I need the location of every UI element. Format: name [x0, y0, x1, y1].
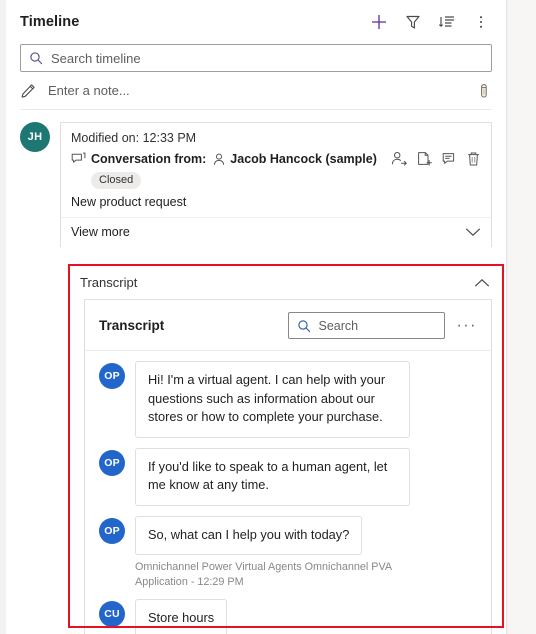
sort-icon[interactable] [432, 7, 462, 37]
list-item: OP Hi! I'm a virtual agent. I can help w… [99, 361, 477, 438]
search-icon-glyph [297, 319, 310, 332]
message-column: So, what can I help you with today? Omni… [135, 515, 477, 590]
list-item: OP So, what can I help you with today? O… [99, 515, 477, 590]
search-input-placeholder: Search timeline [51, 50, 141, 66]
add-note-icon-glyph [442, 153, 455, 164]
transcript-section-label: Transcript [80, 275, 138, 290]
transcript-card-title: Transcript [99, 318, 165, 333]
chevron-up-icon-glyph [475, 278, 489, 286]
message-bubble: Hi! I'm a virtual agent. I can help with… [135, 361, 410, 438]
status-badge: Closed [91, 172, 142, 189]
chevron-down-icon [465, 227, 481, 237]
delete-icon[interactable] [466, 151, 481, 167]
pencil-icon-glyph [21, 83, 35, 98]
avatar: OP [99, 449, 125, 476]
assign-user-icon-glyph [391, 151, 408, 166]
timeline-item-card: Modified on: 12:33 PM Conversation from: [60, 122, 492, 247]
transcript-section: Transcript Transcript Search ··· OP Hi! … [70, 266, 502, 634]
timeline-item-body: Modified on: 12:33 PM Conversation from: [61, 123, 491, 217]
filter-icon[interactable] [398, 7, 428, 37]
transcript-overflow-menu-icon[interactable]: ··· [457, 317, 477, 334]
more-vertical-icon[interactable] [466, 7, 496, 37]
panel-divider [506, 0, 507, 634]
sort-icon-glyph [438, 16, 454, 27]
search-icon [297, 319, 311, 333]
view-more-label: View more [71, 225, 130, 239]
timeline-item[interactable]: JH Modified on: 12:33 PM Conversation fr… [6, 110, 506, 247]
message-column: Hi! I'm a virtual agent. I can help with… [135, 361, 477, 438]
add-document-icon-glyph [418, 152, 432, 166]
transcript-message-list: OP Hi! I'm a virtual agent. I can help w… [85, 351, 491, 634]
delete-icon-glyph [467, 152, 480, 166]
transcript-card: Transcript Search ··· OP Hi! I'm a virtu… [84, 299, 492, 634]
message-column: If you'd like to speak to a human agent,… [135, 447, 477, 506]
message-timestamp: Omnichannel Power Virtual Agents Omnicha… [135, 561, 392, 588]
search-icon-glyph [30, 52, 43, 65]
list-item: OP If you'd like to speak to a human age… [99, 447, 477, 506]
timeline-header: Timeline [6, 0, 506, 44]
transcript-card-toolbar: Transcript Search ··· [85, 300, 491, 351]
conversation-icon-glyph [71, 152, 86, 163]
avatar: OP [99, 517, 125, 544]
transcript-section-header[interactable]: Transcript [70, 266, 502, 299]
page-title: Timeline [20, 14, 80, 30]
transcript-search-input[interactable]: Search [287, 312, 445, 339]
modified-on-text: Modified on: 12:33 PM [71, 131, 197, 145]
filter-icon-glyph [406, 15, 420, 29]
avatar: CU [99, 601, 125, 628]
search-icon [29, 51, 43, 65]
person-icon-glyph [214, 153, 225, 165]
message-column: Store hours [135, 599, 477, 634]
note-row[interactable]: Enter a note... [20, 72, 492, 110]
transcript-search-placeholder: Search [318, 318, 359, 333]
timeline-panel-root: Timeline Search timeline Enter a note...… [0, 0, 536, 634]
message-bubble: If you'd like to speak to a human agent,… [135, 447, 410, 506]
pencil-icon [20, 83, 36, 99]
search-input[interactable]: Search timeline [20, 44, 492, 72]
avatar: OP [99, 363, 125, 389]
conversation-person-name[interactable]: Jacob Hancock (sample) [230, 152, 377, 166]
note-input-placeholder: Enter a note... [48, 83, 130, 98]
paperclip-icon[interactable] [476, 83, 492, 99]
search-timeline-wrap: Search timeline [6, 44, 506, 72]
chevron-up-icon[interactable] [474, 278, 490, 288]
view-more-button[interactable]: View more [61, 217, 491, 247]
conversation-icon [71, 152, 86, 166]
status-badge-row: Closed [71, 170, 481, 189]
message-bubble: So, what can I help you with today? [135, 515, 363, 556]
timeline-item-subject: New product request [71, 195, 187, 209]
conversation-from-label: Conversation from: [91, 152, 207, 166]
assign-user-icon[interactable] [391, 151, 408, 167]
add-document-icon[interactable] [416, 151, 433, 167]
add-icon[interactable] [364, 7, 394, 37]
right-gutter [508, 0, 536, 634]
avatar: JH [20, 122, 50, 152]
person-icon [213, 153, 225, 166]
timeline-panel: Timeline Search timeline Enter a note...… [6, 0, 506, 634]
chevron-down-icon-glyph [466, 228, 480, 237]
message-bubble: Store hours [135, 599, 228, 634]
conversation-line: Conversation from: Jacob Hancock (sample… [71, 151, 481, 167]
add-icon-glyph [372, 15, 386, 29]
list-item: CU Store hours [99, 599, 477, 634]
more-vertical-icon-glyph [479, 16, 483, 28]
timeline-item-tools [391, 151, 481, 167]
paperclip-icon-glyph [481, 83, 487, 98]
timeline-header-actions [364, 7, 496, 37]
add-note-icon[interactable] [441, 151, 458, 167]
